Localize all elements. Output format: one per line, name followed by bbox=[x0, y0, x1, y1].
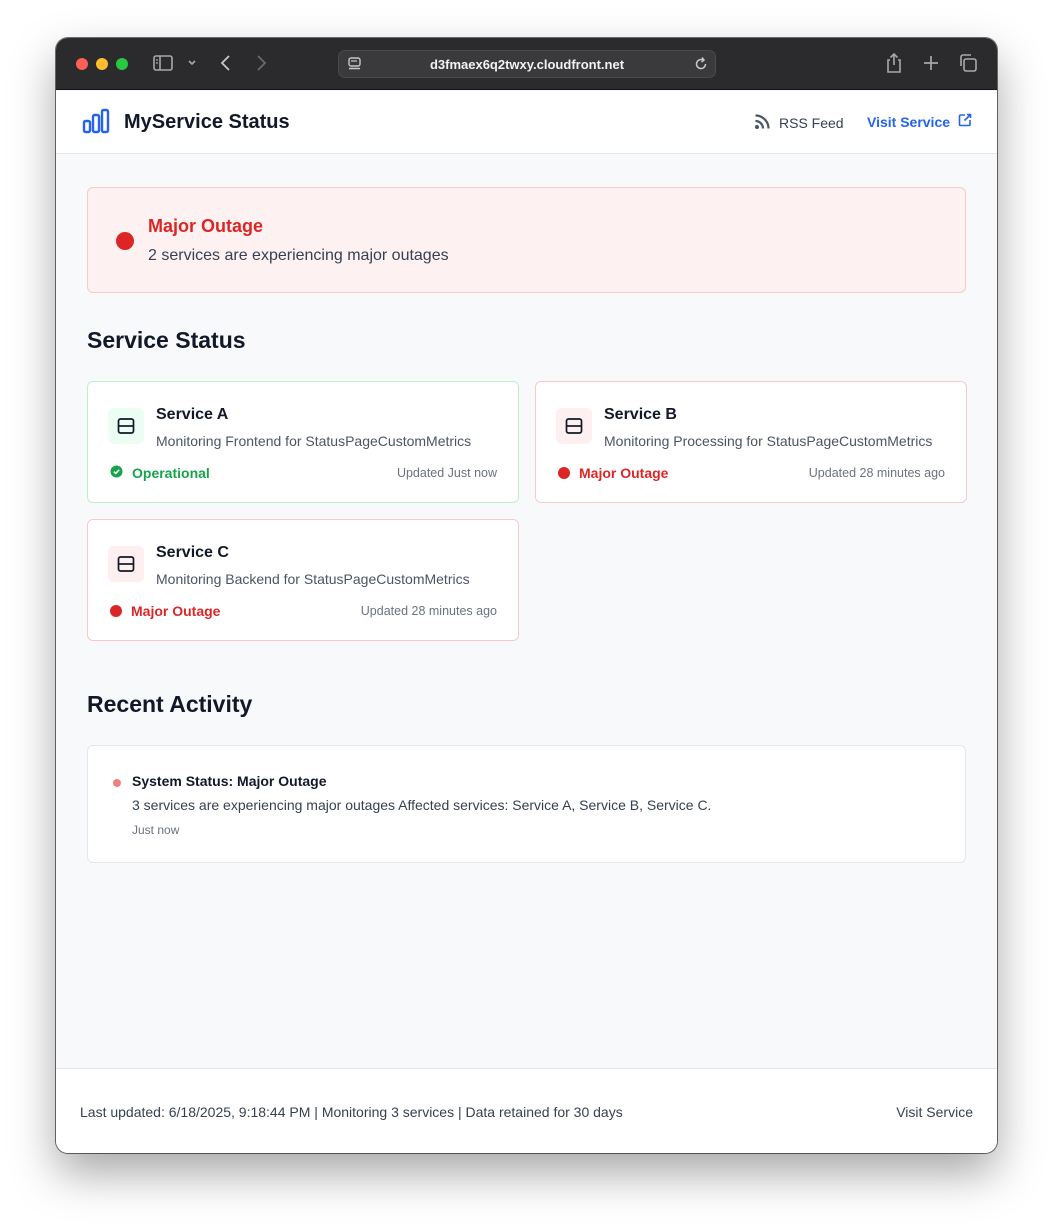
service-status: Operational bbox=[110, 465, 210, 481]
server-icon bbox=[108, 408, 144, 444]
new-tab-icon[interactable] bbox=[922, 54, 940, 77]
site-title: MyService Status bbox=[124, 111, 290, 133]
activity-title: System Status: Major Outage bbox=[132, 773, 327, 789]
service-status-label: Operational bbox=[132, 465, 210, 481]
rss-feed-link[interactable]: RSS Feed bbox=[754, 113, 844, 133]
service-status-heading: Service Status bbox=[87, 327, 246, 353]
visit-service-label: Visit Service bbox=[867, 113, 951, 130]
address-bar[interactable]: d3fmaex6q2twxy.cloudfront.net bbox=[338, 50, 716, 78]
outage-status-dot bbox=[116, 232, 134, 250]
service-updated: Updated 28 minutes ago bbox=[808, 466, 945, 480]
browser-window: d3fmaex6q2twxy.cloudfront.net MyService … bbox=[56, 38, 997, 1153]
service-status-label: Major Outage bbox=[579, 465, 669, 481]
service-card: Service B Monitoring Processing for Stat… bbox=[535, 381, 967, 503]
activity-list: System Status: Major Outage 3 services a… bbox=[87, 745, 966, 863]
outage-dot-icon bbox=[558, 467, 570, 479]
visit-service-link[interactable]: Visit Service bbox=[867, 113, 972, 130]
server-icon bbox=[108, 546, 144, 582]
banner-title: Major Outage bbox=[148, 216, 264, 236]
server-icon bbox=[556, 408, 592, 444]
footer-visit-service-link[interactable]: Visit Service bbox=[896, 1104, 973, 1120]
footer-info: Last updated: 6/18/2025, 9:18:44 PM | Mo… bbox=[80, 1104, 623, 1120]
back-icon[interactable] bbox=[219, 54, 233, 77]
service-updated: Updated Just now bbox=[396, 466, 497, 480]
service-status: Major Outage bbox=[110, 603, 220, 619]
bar-chart-logo-icon bbox=[82, 108, 110, 139]
activity-dot-icon bbox=[113, 779, 121, 787]
rss-feed-label: RSS Feed bbox=[779, 115, 844, 131]
service-description: Monitoring Frontend for StatusPageCustom… bbox=[156, 433, 472, 449]
browser-titlebar: d3fmaex6q2twxy.cloudfront.net bbox=[56, 38, 997, 90]
outage-dot-icon bbox=[110, 605, 122, 617]
reload-icon[interactable] bbox=[693, 56, 709, 77]
activity-message: 3 services are experiencing major outage… bbox=[132, 797, 712, 813]
service-name: Service A bbox=[156, 406, 229, 423]
external-link-icon bbox=[958, 113, 972, 130]
check-circle-icon bbox=[110, 465, 123, 481]
zoom-window-button[interactable] bbox=[116, 58, 128, 70]
site-header: MyService Status RSS Feed Visit Service bbox=[56, 91, 997, 154]
outage-banner: Major Outage 2 services are experiencing… bbox=[87, 187, 966, 293]
service-card: Service C Monitoring Backend for StatusP… bbox=[87, 519, 519, 641]
service-card: Service A Monitoring Frontend for Status… bbox=[87, 381, 519, 503]
rss-icon bbox=[754, 113, 771, 133]
service-status: Major Outage bbox=[558, 465, 668, 481]
share-icon[interactable] bbox=[885, 52, 903, 79]
chevron-down-icon[interactable] bbox=[187, 56, 197, 75]
recent-activity-heading: Recent Activity bbox=[87, 691, 253, 717]
banner-message: 2 services are experiencing major outage… bbox=[148, 247, 449, 264]
service-name: Service C bbox=[156, 544, 229, 561]
close-window-button[interactable] bbox=[76, 58, 88, 70]
tab-overview-icon[interactable] bbox=[958, 53, 978, 78]
sidebar-toggle-icon[interactable] bbox=[153, 54, 173, 77]
activity-time: Just now bbox=[132, 823, 180, 837]
service-updated: Updated 28 minutes ago bbox=[360, 604, 497, 618]
forward-icon[interactable] bbox=[254, 54, 268, 77]
minimize-window-button[interactable] bbox=[96, 58, 108, 70]
service-status-label: Major Outage bbox=[131, 603, 221, 619]
service-name: Service B bbox=[604, 406, 677, 423]
site-footer: Last updated: 6/18/2025, 9:18:44 PM | Mo… bbox=[56, 1068, 997, 1153]
service-description: Monitoring Backend for StatusPageCustomM… bbox=[156, 571, 470, 587]
service-description: Monitoring Processing for StatusPageCust… bbox=[604, 433, 933, 449]
url-text: d3fmaex6q2twxy.cloudfront.net bbox=[429, 57, 625, 72]
